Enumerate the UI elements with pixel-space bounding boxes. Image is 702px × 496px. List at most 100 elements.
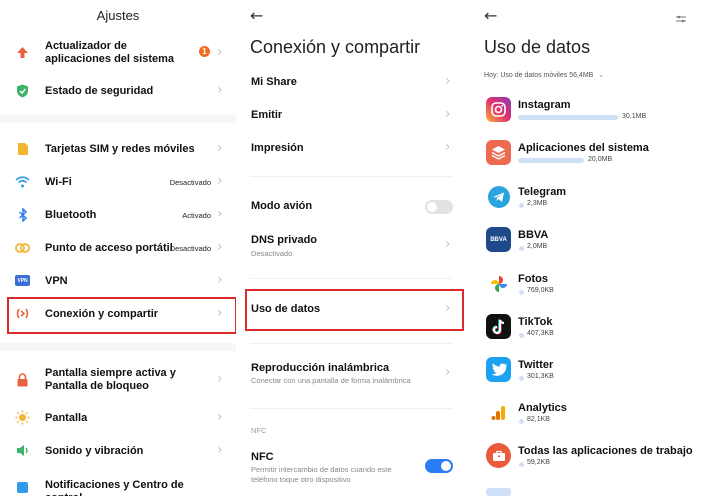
menu-item-emitir[interactable]: Emitir › xyxy=(236,105,466,127)
menu-item-mi-share[interactable]: Mi Share › xyxy=(236,72,466,94)
app-name: Twitter xyxy=(518,359,554,371)
settings-item-bluetooth[interactable]: Bluetooth Activado › xyxy=(0,206,236,226)
settings-item-notifications[interactable]: Notificaciones y Centro de control xyxy=(0,476,236,496)
chevron-right-icon: › xyxy=(217,206,223,222)
settings-item-label: Actualizador de aplicaciones del sistema xyxy=(45,40,175,65)
menu-item-label: NFC xyxy=(251,451,274,463)
nfc-toggle[interactable] xyxy=(425,459,453,473)
menu-item-label: Emitir xyxy=(251,109,283,121)
app-row-work-apps[interactable]: Todas las aplicaciones de trabajo 59,2KB xyxy=(466,443,702,471)
section-divider xyxy=(0,343,236,351)
chevron-right-icon: › xyxy=(445,73,451,89)
highlight-box xyxy=(245,289,464,331)
menu-item-nfc[interactable]: NFC Permitir intercambio de datos cuando… xyxy=(236,447,466,489)
back-arrow-icon[interactable]: ← xyxy=(484,6,497,25)
filter-icon[interactable] xyxy=(676,10,686,28)
app-row-bbva[interactable]: BBVA BBVA 2,0MB xyxy=(466,227,702,255)
settings-item-label: Sonido y vibración xyxy=(45,445,144,457)
app-name: Todas las aplicaciones de trabajo xyxy=(518,445,693,457)
twitter-icon xyxy=(486,357,511,382)
menu-item-impresion[interactable]: Impresión › xyxy=(236,138,466,160)
menu-item-modo-avion[interactable]: Modo avión xyxy=(236,196,466,218)
settings-panel: Ajustes Actualizador de aplicaciones del… xyxy=(0,0,236,496)
settings-item-app-updater[interactable]: Actualizador de aplicaciones del sistema… xyxy=(0,38,236,68)
briefcase-icon xyxy=(486,443,511,468)
menu-item-label: Mi Share xyxy=(251,76,297,88)
settings-item-label: VPN xyxy=(45,275,68,287)
update-count-badge: 1 xyxy=(199,46,210,57)
settings-item-lock-screen[interactable]: Pantalla siempre activa y Pantalla de bl… xyxy=(0,365,236,395)
menu-item-label: Impresión xyxy=(251,142,304,154)
app-name: TikTok xyxy=(518,316,553,328)
chevron-right-icon: › xyxy=(217,239,223,255)
app-data-size: 769,0KB xyxy=(527,287,554,294)
app-name: Analytics xyxy=(518,402,567,414)
telegram-icon xyxy=(486,184,511,209)
notification-icon xyxy=(15,480,30,495)
settings-item-status: Activado xyxy=(182,211,211,220)
chevron-right-icon: › xyxy=(445,106,451,122)
app-row-tiktok[interactable]: TikTok 407,3KB xyxy=(466,314,702,342)
chevron-right-icon: › xyxy=(217,442,223,458)
usage-dot xyxy=(519,333,524,338)
chevron-right-icon: › xyxy=(217,173,223,189)
settings-item-label: Tarjetas SIM y redes móviles xyxy=(45,143,195,155)
menu-item-reproduccion-inalambrica[interactable]: Reproducción inalámbrica Conectar con un… xyxy=(236,358,466,390)
section-divider xyxy=(250,278,452,279)
chevron-right-icon: › xyxy=(217,371,223,387)
settings-item-vpn[interactable]: VPN VPN › xyxy=(0,272,236,292)
speaker-icon xyxy=(15,443,30,458)
page-title: Uso de datos xyxy=(484,37,591,57)
settings-item-sim[interactable]: Tarjetas SIM y redes móviles › xyxy=(0,140,236,160)
section-heading: NFC xyxy=(251,426,267,435)
settings-item-wifi[interactable]: Wi-Fi Desactivado › xyxy=(0,173,236,193)
settings-item-display[interactable]: Pantalla › xyxy=(0,409,236,429)
settings-item-hotspot[interactable]: Punto de acceso portátil Desactivado › xyxy=(0,239,236,259)
chevron-right-icon: › xyxy=(217,272,223,288)
settings-item-security[interactable]: Estado de seguridad › xyxy=(0,82,236,102)
app-row-instagram[interactable]: Instagram 30,1MB xyxy=(466,97,702,125)
wifi-icon xyxy=(15,174,30,189)
analytics-icon xyxy=(486,400,511,425)
settings-item-label: Bluetooth xyxy=(45,209,97,221)
sun-icon xyxy=(15,410,30,425)
up-arrow-icon xyxy=(15,45,30,60)
usage-dot xyxy=(519,419,524,424)
app-row-twitter[interactable]: Twitter 301,3KB xyxy=(466,357,702,385)
app-row-system-apps[interactable]: Aplicaciones del sistema 20,0MB xyxy=(466,140,702,168)
back-arrow-icon[interactable]: ← xyxy=(250,6,263,25)
connection-panel: ← Conexión y compartir Mi Share › Emitir… xyxy=(236,0,466,496)
app-row-analytics[interactable]: Analytics 82,1KB xyxy=(466,400,702,428)
app-row-telegram[interactable]: Telegram 2,3MB xyxy=(466,184,702,212)
toggle-knob xyxy=(441,461,451,471)
app-data-size: 59,2KB xyxy=(527,459,550,466)
chevron-right-icon: › xyxy=(445,364,451,380)
usage-dot xyxy=(519,203,524,208)
menu-item-dns-privado[interactable]: DNS privado Desactivado › xyxy=(236,230,466,262)
app-data-size: 301,3KB xyxy=(527,373,554,380)
settings-item-label: Pantalla xyxy=(45,412,88,424)
menu-item-label: Modo avión xyxy=(251,200,313,212)
settings-item-status: Desactivado xyxy=(169,178,211,187)
app-name: BBVA xyxy=(518,229,549,241)
app-row-fotos[interactable]: Fotos 769,0KB xyxy=(466,271,702,299)
chevron-right-icon: › xyxy=(217,140,223,156)
app-name: Fotos xyxy=(518,273,548,285)
settings-item-sound[interactable]: Sonido y vibración › xyxy=(0,442,236,462)
vpn-icon: VPN xyxy=(15,275,30,286)
app-data-size: 20,0MB xyxy=(588,156,613,163)
tiktok-icon xyxy=(486,314,511,339)
app-name: Instagram xyxy=(518,99,571,111)
settings-item-label: Punto de acceso portátil xyxy=(45,242,173,254)
airplane-mode-toggle[interactable] xyxy=(425,200,453,214)
section-divider xyxy=(250,343,452,344)
chevron-right-icon: › xyxy=(217,409,223,425)
lock-icon xyxy=(15,372,30,387)
usage-dot xyxy=(519,462,524,467)
menu-item-label: Reproducción inalámbrica xyxy=(251,362,390,374)
today-usage-summary[interactable]: Hoy: Uso de datos móviles 56,4MB ⌄ xyxy=(484,71,604,79)
usage-dot xyxy=(519,290,524,295)
chevron-down-icon: ⌄ xyxy=(598,72,605,79)
menu-item-sublabel: Desactivado xyxy=(251,249,293,258)
google-photos-icon xyxy=(486,271,511,296)
